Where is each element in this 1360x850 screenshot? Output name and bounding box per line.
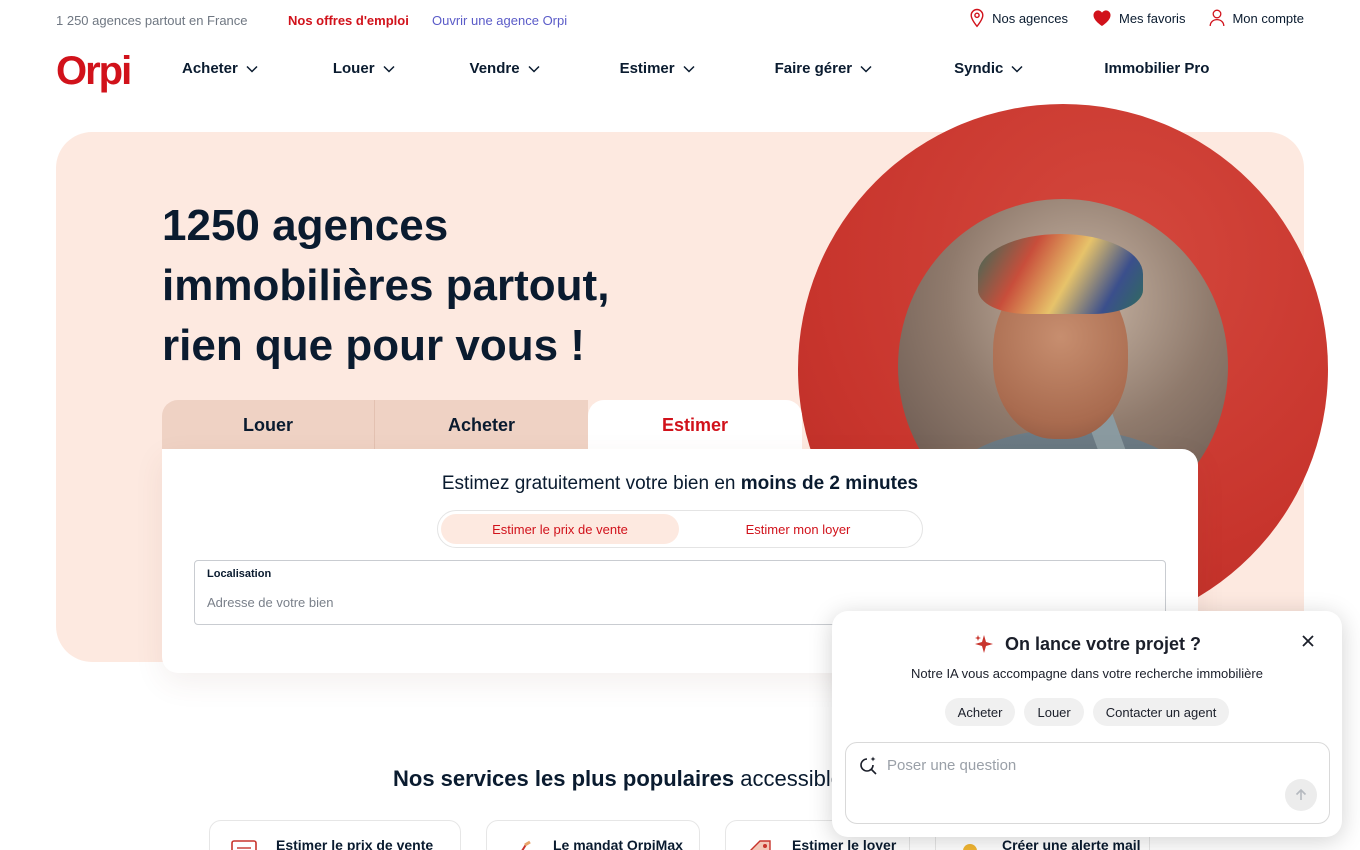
chat-suggestion-chips: Acheter Louer Contacter un agent [832,698,1342,726]
hero-title-bold-2: immobilières [162,261,434,310]
chevron-down-icon [528,65,540,73]
search-tabs: Louer Acheter Estimer [162,400,802,450]
chevron-down-icon [683,65,695,73]
menu-acheter-label: Acheter [182,60,238,77]
top-bar: 1 250 agences partout en France Nos offr… [0,0,1360,40]
main-menu: Acheter Louer Vendre Estimer Faire gérer… [182,60,1209,77]
estimate-heading-prefix: Estimez gratuitement votre bien en [441,473,741,494]
bell-icon [963,844,977,850]
nos-agences-link[interactable]: Nos agences [969,8,1068,28]
hero-title-line-3: rien que pour vous ! [162,321,585,370]
chevron-down-icon [383,65,395,73]
jobs-link[interactable]: Nos offres d'emploi [288,13,409,28]
estimate-type-toggle: Estimer le prix de vente Estimer mon loy… [437,510,923,548]
service-label: Estimer le loyer [792,837,897,850]
service-card-orpimax[interactable]: Le mandat OrpiMax [486,820,700,850]
menu-acheter[interactable]: Acheter [182,60,258,77]
menu-faire-gerer[interactable]: Faire gérer [775,60,873,77]
services-title-bold: Nos services les plus populaires [393,766,735,791]
tag-icon [750,840,771,850]
menu-estimer-label: Estimer [619,60,675,77]
close-icon[interactable] [1300,633,1316,649]
agency-count-text: 1 250 agences partout en France [56,13,248,28]
menu-syndic[interactable]: Syndic [954,60,1023,77]
chat-question-input[interactable] [887,757,1287,774]
chevron-down-icon [246,65,258,73]
tab-acheter[interactable]: Acheter [375,400,588,450]
menu-louer[interactable]: Louer [333,60,395,77]
estimate-rent-option[interactable]: Estimer mon loyer [679,514,917,544]
chip-louer[interactable]: Louer [1024,698,1084,726]
document-icon [231,840,257,850]
estimate-heading-bold: moins de 2 minutes [740,473,919,494]
services-title: Nos services les plus populaires accessi… [393,766,843,792]
orpi-logo[interactable]: Orpi [56,48,140,94]
send-button[interactable] [1285,779,1317,811]
mes-favoris-link[interactable]: Mes favoris [1092,9,1185,27]
chat-input-box[interactable] [845,742,1330,824]
mon-compte-label: Mon compte [1232,10,1304,26]
chat-subtitle: Notre IA vous accompagne dans votre rech… [911,666,1263,681]
chat-title-text: On lance votre projet ? [1004,633,1202,654]
ai-search-icon [860,756,877,775]
chat-title: On lance votre projet ? [832,633,1342,655]
chevron-down-icon [1011,65,1023,73]
menu-louer-label: Louer [332,60,375,77]
ai-chat-widget: On lance votre projet ? Notre IA vous ac… [832,611,1342,837]
mes-favoris-label: Mes favoris [1118,10,1186,26]
location-input[interactable] [207,595,1147,610]
menu-estimer[interactable]: Estimer [620,60,695,77]
hero-title: 1250 agences immobilières partout, rien … [162,196,762,376]
estimate-sale-price-option[interactable]: Estimer le prix de vente [441,514,679,544]
pen-icon [521,840,531,850]
nos-agences-label: Nos agences [992,10,1068,26]
service-label: Créer une alerte mail [1002,837,1141,850]
menu-vendre-label: Vendre [469,60,520,77]
user-icon [1210,9,1225,27]
chip-acheter[interactable]: Acheter [944,698,1016,726]
service-label: Estimer le prix de vente [276,837,434,850]
menu-vendre[interactable]: Vendre [470,60,540,77]
chevron-down-icon [860,65,872,73]
tab-estimer[interactable]: Estimer [588,400,802,450]
menu-immobilier-pro[interactable]: Immobilier Pro [1104,60,1209,77]
service-card-estimate-sale[interactable]: Estimer le prix de vente [209,820,461,850]
estimate-heading: Estimez gratuitement votre bien en moins… [162,473,1198,495]
hero-title-rest-2: partout, [433,261,610,310]
hero-title-line-1: 1250 agences [162,201,449,250]
main-nav: Orpi Acheter Louer Vendre Estimer Faire … [0,44,1360,100]
menu-immobilier-pro-label: Immobilier Pro [1104,60,1210,77]
service-label: Le mandat OrpiMax [553,837,683,850]
tab-louer[interactable]: Louer [162,400,375,450]
account-links: Nos agences Mes favoris Mon compte [969,8,1304,28]
menu-syndic-label: Syndic [954,60,1004,77]
sparkle-icon [974,635,993,653]
location-label: Localisation [207,568,272,580]
heart-icon [1093,10,1111,26]
open-agency-link[interactable]: Ouvrir une agence Orpi [432,13,567,28]
menu-faire-gerer-label: Faire gérer [774,60,853,77]
arrow-up-icon [1295,788,1307,800]
chip-contact-agent[interactable]: Contacter un agent [1092,698,1230,726]
services-title-rest: accessible [734,766,843,791]
location-pin-icon [970,8,984,28]
mon-compte-link[interactable]: Mon compte [1209,9,1304,27]
logo-text: Orpi [56,49,130,93]
